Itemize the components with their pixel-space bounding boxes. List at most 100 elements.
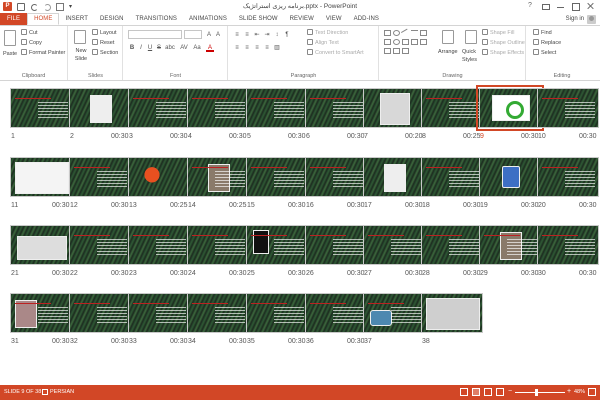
triangle-shape-icon[interactable]	[402, 39, 409, 45]
slide-thumbnail[interactable]	[187, 225, 249, 265]
slide-thumbnail[interactable]	[305, 293, 367, 333]
zoom-out-button[interactable]: −	[508, 388, 512, 395]
avatar[interactable]	[587, 14, 596, 24]
slide-thumbnail[interactable]	[128, 225, 190, 265]
slide-thumbnail[interactable]	[69, 157, 131, 197]
slide-thumbnail[interactable]	[246, 225, 308, 265]
slide-thumbnail[interactable]	[10, 293, 72, 333]
slide-thumbnail[interactable]	[69, 225, 131, 265]
tab-design[interactable]: DESIGN	[94, 13, 130, 25]
rectangle-shape-icon[interactable]	[384, 30, 391, 36]
slide-thumbnail[interactable]	[537, 225, 599, 265]
bracket-shape-icon[interactable]	[393, 48, 400, 54]
slide-thumbnail[interactable]	[187, 157, 249, 197]
strikethrough-button[interactable]: S	[155, 44, 163, 52]
slide-thumbnail[interactable]	[537, 88, 599, 128]
shape-fill-button[interactable]: Shape Fill	[482, 29, 514, 37]
slide-thumbnail[interactable]	[363, 225, 425, 265]
slide-thumbnail[interactable]	[363, 157, 425, 197]
tab-review[interactable]: REVIEW	[284, 13, 320, 25]
copy-button[interactable]: Copy	[21, 39, 42, 47]
replace-button[interactable]: Replace	[533, 39, 561, 47]
slide-thumbnail[interactable]	[246, 157, 308, 197]
language-indicator[interactable]: PERSIAN	[50, 389, 74, 395]
reading-view-icon[interactable]	[484, 388, 492, 396]
slide-thumbnail[interactable]	[421, 293, 483, 333]
slide-thumbnail[interactable]	[187, 88, 249, 128]
slide-thumbnail[interactable]	[479, 157, 541, 197]
block-arrow-shape-icon[interactable]	[411, 39, 418, 45]
numbering-icon[interactable]: ≡	[243, 31, 251, 39]
curve-shape-icon[interactable]	[402, 48, 409, 54]
circle-shape-icon[interactable]	[393, 39, 400, 45]
zoom-slider-thumb[interactable]	[535, 389, 538, 396]
font-size-combo[interactable]	[184, 30, 202, 39]
minimize-button[interactable]	[553, 0, 568, 12]
slide-thumbnail[interactable]	[479, 225, 541, 265]
tab-animations[interactable]: ANIMATIONS	[183, 13, 233, 25]
arrange-button[interactable]: Arrange	[438, 48, 458, 56]
brace-shape-icon[interactable]	[384, 48, 391, 54]
tab-add-ins[interactable]: ADD-INS	[348, 13, 385, 25]
tab-view[interactable]: VIEW	[320, 13, 348, 25]
align-right-icon[interactable]: ≡	[253, 44, 261, 52]
tab-home[interactable]: HOME	[27, 13, 60, 25]
slide-thumbnail[interactable]	[128, 88, 190, 128]
line-spacing-icon[interactable]: ↕	[273, 31, 281, 39]
slide-thumbnail[interactable]	[305, 88, 367, 128]
oval-shape-icon[interactable]	[393, 30, 400, 36]
find-button[interactable]: Find	[533, 29, 552, 37]
font-name-combo[interactable]	[128, 30, 182, 39]
change-case-button[interactable]: Aa	[192, 44, 202, 52]
slide-thumbnail[interactable]	[363, 293, 425, 333]
text-shadow-button[interactable]: abc	[164, 44, 176, 52]
rounded-rect-shape-icon[interactable]	[384, 39, 391, 45]
shape-effects-button[interactable]: Shape Effects	[482, 49, 524, 57]
text-direction-button[interactable]: Text Direction	[307, 29, 348, 37]
paste-icon[interactable]	[4, 30, 16, 46]
grow-font-icon[interactable]: A	[205, 31, 213, 39]
quick-styles-button[interactable]: Quick Styles	[462, 48, 482, 64]
slide-sorter-view-icon[interactable]	[472, 388, 480, 396]
layout-button[interactable]: Layout	[92, 29, 117, 37]
maximize-button[interactable]	[568, 0, 583, 12]
align-center-icon[interactable]: ≡	[243, 44, 251, 52]
new-slide-button[interactable]: New Slide	[72, 47, 90, 63]
tab-file[interactable]: FILE	[0, 13, 28, 25]
bold-button[interactable]: B	[128, 44, 136, 52]
line-shape-icon[interactable]	[400, 28, 411, 38]
slide-thumbnail[interactable]	[246, 293, 308, 333]
tab-insert[interactable]: INSERT	[59, 13, 94, 25]
zoom-level[interactable]: 48%	[574, 389, 585, 395]
shrink-font-icon[interactable]: A	[214, 31, 222, 39]
select-button[interactable]: Select	[533, 49, 556, 57]
slide-thumbnail[interactable]	[246, 88, 308, 128]
italic-button[interactable]: I	[137, 44, 145, 52]
close-button[interactable]	[583, 0, 598, 12]
underline-button[interactable]: U	[146, 44, 154, 52]
slide-thumbnail[interactable]	[305, 225, 367, 265]
arrange-icon[interactable]	[442, 30, 454, 44]
slide-thumbnail[interactable]	[128, 157, 190, 197]
slide-thumbnail[interactable]	[69, 293, 131, 333]
slideshow-view-icon[interactable]	[496, 388, 504, 396]
slide-thumbnail[interactable]	[363, 88, 425, 128]
slide-thumbnail[interactable]	[421, 157, 483, 197]
slide-thumbnail[interactable]	[305, 157, 367, 197]
increase-indent-icon[interactable]: ⇥	[263, 31, 271, 39]
arrow-shape-icon[interactable]	[411, 30, 418, 36]
char-spacing-button[interactable]: AV	[179, 44, 189, 52]
font-color-button[interactable]: A	[206, 44, 214, 52]
help-icon[interactable]	[523, 0, 538, 12]
convert-smartart-button[interactable]: Convert to SmartArt	[307, 49, 364, 57]
tab-transitions[interactable]: TRANSITIONS	[130, 13, 183, 25]
shape-outline-button[interactable]: Shape Outline	[482, 39, 525, 47]
zoom-slider[interactable]	[515, 392, 565, 393]
tab-slide-show[interactable]: SLIDE SHOW	[233, 13, 284, 25]
justify-icon[interactable]: ≡	[263, 44, 271, 52]
columns-icon[interactable]: ▥	[273, 44, 281, 52]
sign-in[interactable]: Sign in	[566, 14, 596, 24]
quick-styles-icon[interactable]	[465, 30, 477, 44]
decrease-indent-icon[interactable]: ⇤	[253, 31, 261, 39]
bullets-icon[interactable]: ≡	[233, 31, 241, 39]
